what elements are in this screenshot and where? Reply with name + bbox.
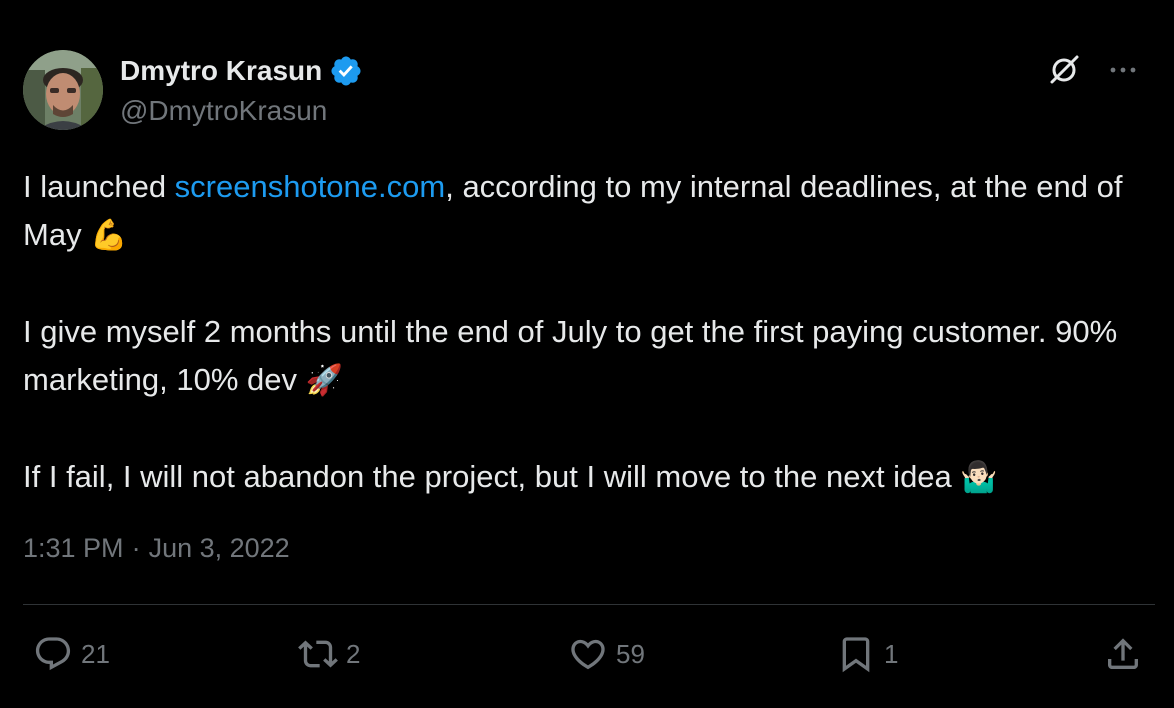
reply-count: 21: [81, 638, 110, 669]
author-name-row: Dmytro Krasun: [120, 54, 363, 88]
tweet-date: Jun 3, 2022: [148, 533, 290, 563]
timestamp-separator: ·: [131, 533, 141, 563]
flexed-biceps-emoji: 💪: [90, 219, 128, 252]
top-actions: [1046, 52, 1138, 88]
shrug-emoji: 🤷🏻‍♂️: [960, 461, 998, 494]
tweet-text-segment: If I fail, I will not abandon the projec…: [23, 459, 961, 494]
rocket-emoji: 🚀: [305, 364, 343, 397]
avatar-photo: [23, 50, 103, 130]
author-handle[interactable]: @DmytroKrasun: [120, 94, 363, 128]
tweet-text: I launched screenshotone.com, according …: [23, 163, 1143, 502]
tweet-text-segment: I give myself 2 months until the end of …: [23, 314, 1118, 397]
divider: [23, 604, 1155, 605]
like-button[interactable]: 59: [568, 632, 645, 676]
tweet-text-segment: I launched: [23, 169, 175, 204]
retweet-icon: [298, 640, 338, 668]
tweet-timestamp[interactable]: 1:31 PM · Jun 3, 2022: [23, 530, 290, 566]
like-count: 59: [616, 638, 645, 669]
bookmark-button[interactable]: 1: [836, 632, 898, 676]
reply-bubble-icon: [35, 637, 71, 671]
share-button[interactable]: [1103, 632, 1143, 676]
tweet-time: 1:31 PM: [23, 533, 124, 563]
retweet-button[interactable]: 2: [298, 632, 360, 676]
tweet-link[interactable]: screenshotone.com: [175, 169, 446, 204]
avatar[interactable]: [23, 50, 103, 130]
reply-button[interactable]: 21: [33, 632, 110, 676]
author-block: Dmytro Krasun @DmytroKrasun: [120, 54, 363, 128]
share-icon: [1108, 638, 1138, 669]
action-bar: 21 2 59 1: [0, 632, 1174, 676]
bookmark-icon: [842, 637, 870, 673]
more-dots-icon[interactable]: [1108, 55, 1138, 85]
verified-badge-icon[interactable]: [329, 54, 363, 88]
retweet-count: 2: [346, 638, 361, 669]
tweet-paragraph-2: I give myself 2 months until the end of …: [23, 308, 1143, 405]
tweet-paragraph-1: I launched screenshotone.com, according …: [23, 163, 1143, 260]
author-name[interactable]: Dmytro Krasun: [120, 54, 322, 88]
heart-icon: [571, 639, 605, 670]
bookmark-count: 1: [884, 638, 899, 669]
grok-slash-icon[interactable]: [1046, 52, 1082, 88]
tweet-paragraph-3: If I fail, I will not abandon the projec…: [23, 453, 1143, 502]
